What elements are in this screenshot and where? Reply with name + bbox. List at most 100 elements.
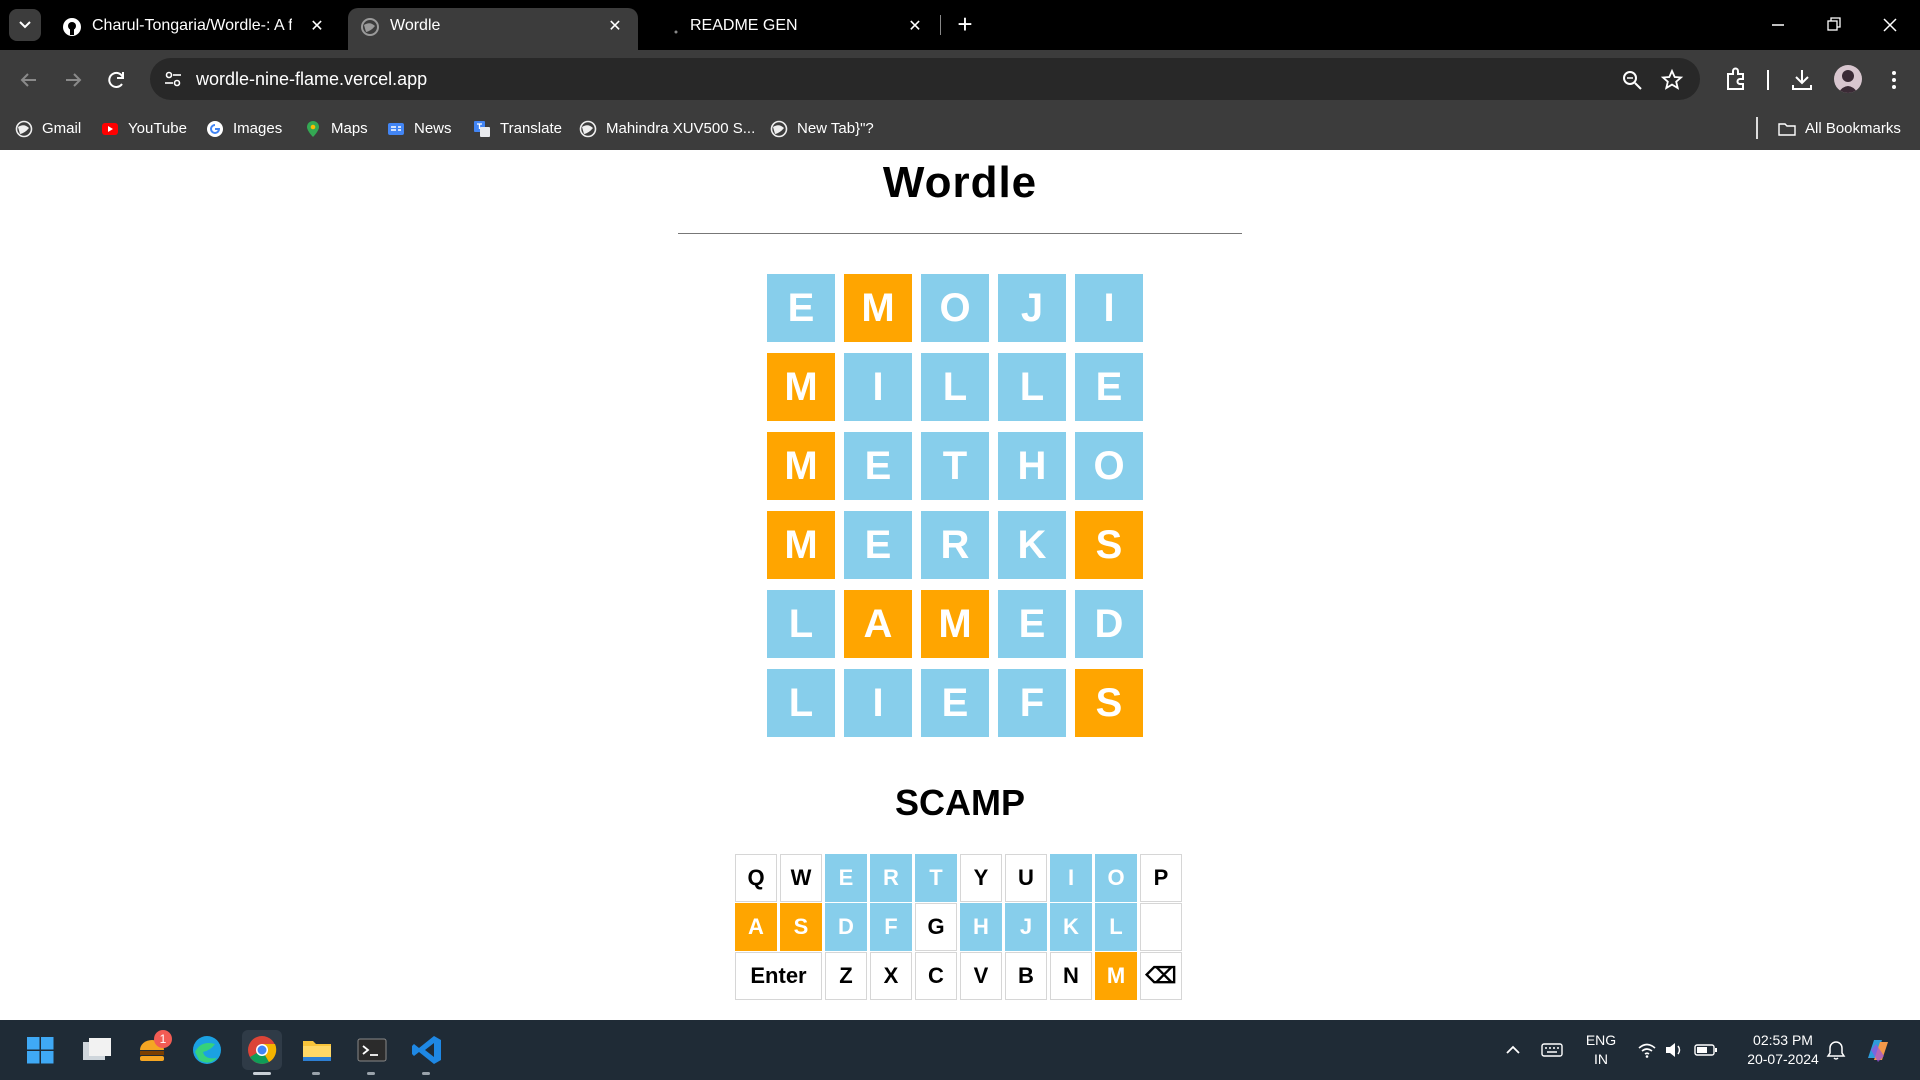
letter-tile: T [921,432,989,500]
back-button[interactable] [14,65,44,95]
google-icon [207,121,223,137]
close-icon[interactable]: ✕ [604,16,626,38]
tab-readme-gen[interactable]: README GEN ✕ [648,8,938,50]
edge-icon [193,1036,221,1064]
letter-tile: O [921,274,989,342]
tab-search-button[interactable] [9,9,41,41]
url-text: wordle-nine-flame.vercel.app [196,69,428,89]
backspace-key[interactable]: ⌫ [1140,952,1182,1000]
key-s[interactable]: S [780,903,822,951]
key-u[interactable]: U [1005,854,1047,902]
globe-icon [770,120,788,138]
download-icon[interactable] [1788,66,1816,94]
burger-app-button[interactable]: 1 [132,1030,172,1070]
key-g[interactable]: G [915,903,957,951]
guess-row: LIEFS [767,669,1145,737]
file-explorer-button[interactable] [297,1030,337,1070]
volume-icon[interactable] [1664,1040,1684,1060]
guess-row: METHO [767,432,1145,500]
key-d[interactable]: D [825,903,867,951]
terminal-button[interactable] [352,1030,392,1070]
key-q[interactable]: Q [735,854,777,902]
letter-tile: O [1075,432,1143,500]
windows-start-icon [27,1037,54,1064]
letter-tile: M [767,353,835,421]
close-icon[interactable]: ✕ [904,16,926,38]
vscode-button[interactable] [407,1030,447,1070]
key-h[interactable]: H [960,903,1002,951]
page-content: Wordle EMOJIMILLEMETHOMERKSLAMEDLIEFS SC… [0,150,1920,1020]
copilot-icon[interactable] [1862,1034,1894,1066]
clock-time[interactable]: 02:53 PM [1730,1032,1836,1048]
key-w[interactable]: W [780,854,822,902]
title-divider [678,233,1242,234]
globe-icon [15,120,33,138]
key-e[interactable]: E [825,854,867,902]
tab-wordle[interactable]: Wordle ✕ [348,8,638,50]
bookmarks-bar: Gmail YouTube Images Maps News Translate… [0,108,1920,150]
letter-tile: H [998,432,1066,500]
key-b[interactable]: B [1005,952,1047,1000]
key-k[interactable]: K [1050,903,1092,951]
letter-tile: E [998,590,1066,658]
more-vert-icon[interactable] [1880,66,1908,94]
minimize-button[interactable] [1758,10,1798,40]
key-v[interactable]: V [960,952,1002,1000]
letter-tile: K [998,511,1066,579]
key-y[interactable]: Y [960,854,1002,902]
key-j[interactable]: J [1005,903,1047,951]
language-indicator[interactable]: ENG [1578,1032,1624,1048]
battery-icon[interactable] [1694,1040,1718,1060]
chevron-up-icon[interactable] [1503,1040,1523,1060]
key-o[interactable]: O [1095,854,1137,902]
close-window-button[interactable] [1870,10,1910,40]
task-view-button[interactable] [77,1030,117,1070]
loading-icon [674,30,678,34]
key-m[interactable]: M [1095,952,1137,1000]
avatar[interactable] [1834,65,1862,93]
key-l[interactable]: L [1095,903,1137,951]
key-x[interactable]: X [870,952,912,1000]
key-n[interactable]: N [1050,952,1092,1000]
wifi-icon[interactable] [1637,1040,1657,1060]
zoom-icon[interactable] [1620,68,1644,92]
chevron-down-icon [19,21,31,29]
blank-key[interactable] [1140,903,1182,951]
notification-bell-icon[interactable] [1825,1039,1847,1061]
star-icon[interactable] [1660,68,1684,92]
key-z[interactable]: Z [825,952,867,1000]
new-tab-button[interactable]: + [950,10,980,40]
key-i[interactable]: I [1050,854,1092,902]
keyboard-icon[interactable] [1541,1040,1563,1060]
key-r[interactable]: R [870,854,912,902]
key-c[interactable]: C [915,952,957,1000]
windows-taskbar: 1 ENG IN 02:53 PM 20-07-2024 [0,1020,1920,1080]
letter-tile: E [921,669,989,737]
page-title: Wordle [882,158,1038,207]
chrome-button[interactable] [242,1030,282,1070]
restore-icon [1827,17,1841,31]
letter-tile: S [1075,669,1143,737]
extensions-icon[interactable] [1722,66,1750,94]
close-icon[interactable]: ✕ [306,16,328,38]
letter-tile: I [844,669,912,737]
edge-button[interactable] [187,1030,227,1070]
key-p[interactable]: P [1140,854,1182,902]
enter-key[interactable]: Enter [735,952,822,1000]
key-t[interactable]: T [915,854,957,902]
tab-github[interactable]: Charul-Tongaria/Wordle-: A fun ✕ [50,8,340,50]
address-bar[interactable]: wordle-nine-flame.vercel.app [150,58,1700,100]
folder-icon [1778,123,1796,136]
key-f[interactable]: F [870,903,912,951]
restore-button[interactable] [1814,10,1854,40]
bookmark-label: Gmail [42,120,82,137]
key-a[interactable]: A [735,903,777,951]
keyboard-row: ASDFGHJKL [735,903,1183,951]
tab-divider [940,15,941,35]
minimize-icon [1772,24,1784,26]
reload-button[interactable] [102,65,132,95]
globe-icon [579,120,597,138]
forward-button[interactable] [58,65,88,95]
guess-row: LAMED [767,590,1145,658]
windows-start-button[interactable] [20,1030,60,1070]
